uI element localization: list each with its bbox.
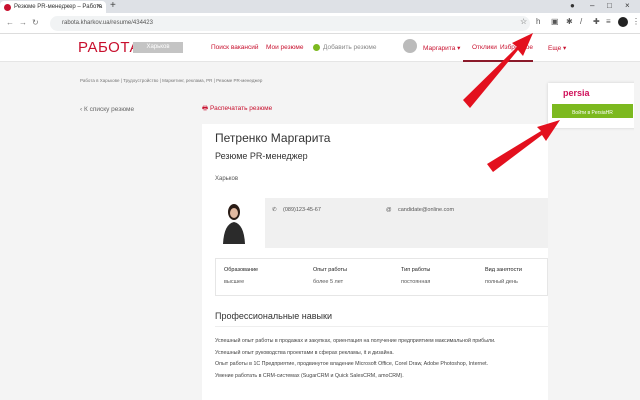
arrow-icon [463,33,560,172]
annotation-arrows [0,0,640,400]
